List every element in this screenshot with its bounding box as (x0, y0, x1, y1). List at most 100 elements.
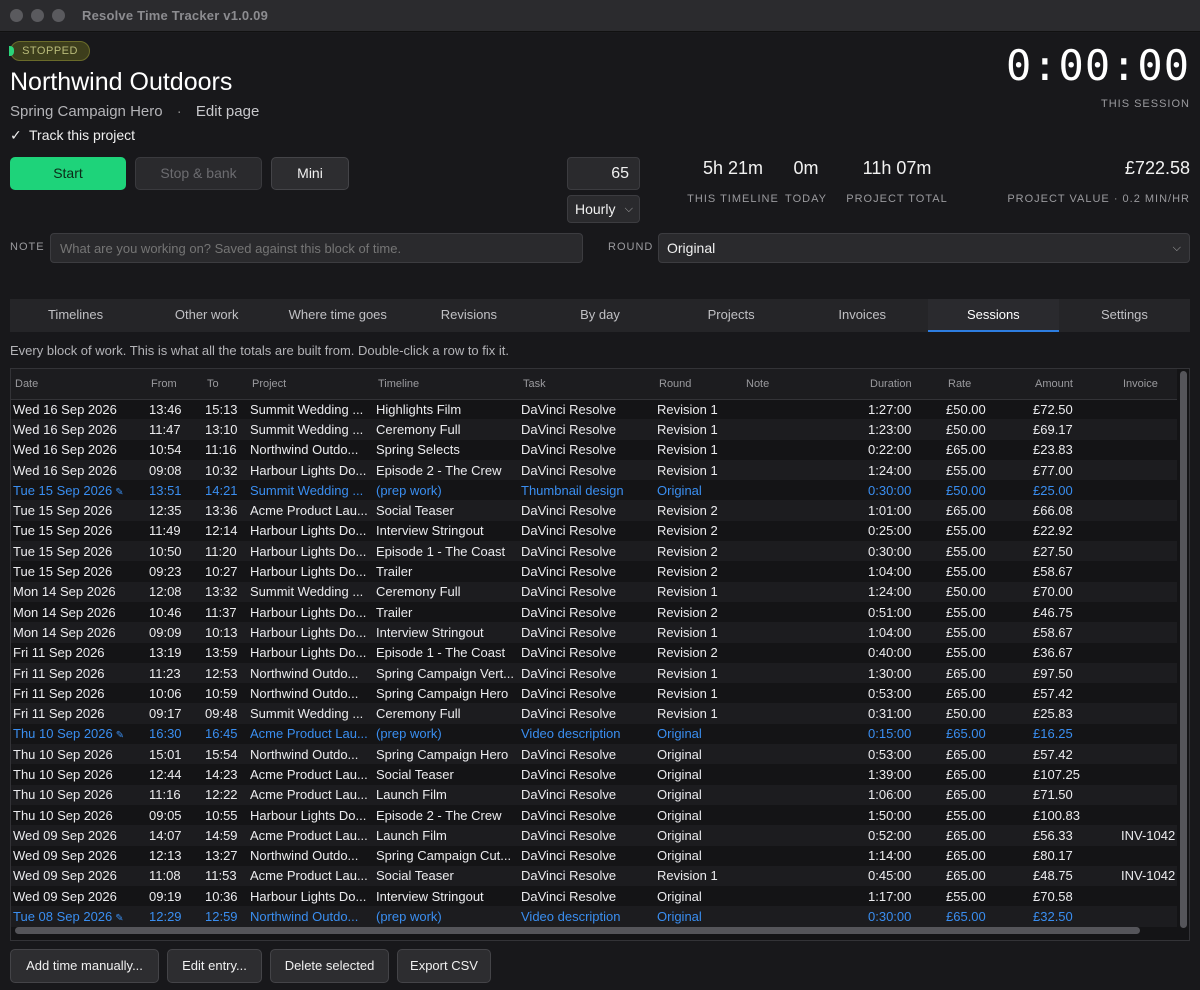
column-header-to[interactable]: To (203, 369, 248, 400)
cell-rate: £50.00 (944, 419, 1031, 440)
cell-from-text: 10:06 (149, 685, 182, 701)
tab-by-day[interactable]: By day (534, 299, 665, 332)
column-header-rate[interactable]: Rate (944, 369, 1031, 400)
table-row[interactable]: Wed 09 Sep 2026 14:07 14:59 Acme Product La… (11, 825, 1177, 846)
column-header-round[interactable]: Round (655, 369, 742, 400)
cell-rate: £65.00 (944, 906, 1031, 927)
tab-projects[interactable]: Projects (666, 299, 797, 332)
tab-invoices[interactable]: Invoices (797, 299, 928, 332)
rate-input[interactable]: 65 (567, 157, 640, 190)
table-row[interactable]: Wed 09 Sep 2026 11:08 11:53 Acme Product La… (11, 865, 1177, 887)
cell-rate: £65.00 (944, 865, 1031, 887)
cell-rate: £65.00 (944, 683, 1031, 703)
cell-amount: £25.83 (1031, 703, 1119, 724)
table-row[interactable]: Wed 16 Sep 2026 11:47 13:10 Summit Wedding … (11, 419, 1177, 440)
table-row[interactable]: Tue 15 Sep 2026 10:50 11:20 Harbour Lights … (11, 541, 1177, 562)
table-row[interactable]: Thu 10 Sep 2026 15:01 15:54 Northwind Outdo… (11, 744, 1177, 765)
tab-sessions[interactable]: Sessions (927, 299, 1059, 332)
column-header-duration[interactable]: Duration (866, 369, 944, 400)
table-row[interactable]: Fri 11 Sep 2026 13:19 13:59 Harbour Lights … (11, 643, 1177, 663)
cell-rate-text: £50.00 (946, 706, 986, 722)
cell-duration-text: 0:30:00 (868, 543, 912, 559)
cell-timeline: Launch Film (374, 784, 519, 805)
column-header-project[interactable]: Project (248, 369, 374, 400)
table-row[interactable]: Tue 15 Sep 2026 11:49 12:14 Harbour Lights … (11, 521, 1177, 541)
start-button[interactable]: Start (10, 157, 126, 190)
cell-round: Revision 1 (655, 440, 742, 460)
column-header-invoice[interactable]: Invoice (1119, 369, 1177, 400)
table-row[interactable]: Fri 11 Sep 2026 11:23 12:53 Northwind Outdo… (11, 662, 1177, 684)
cell-timeline: Interview Stringout (374, 886, 519, 906)
column-header-date[interactable]: Date (11, 369, 147, 400)
tab-settings[interactable]: Settings (1059, 299, 1190, 332)
cell-rate: £65.00 (944, 744, 1031, 765)
cell-round-text: Revision 2 (657, 645, 718, 661)
status-badge: STOPPED (9, 41, 90, 61)
table-row[interactable]: Thu 10 Sep 2026 ✎ 16:30 16:45 Acme Product L… (11, 724, 1177, 744)
round-select[interactable]: Original ⌵ (658, 233, 1190, 263)
cell-date: Mon 14 Sep 2026 (11, 602, 147, 622)
cell-date: Wed 09 Sep 2026 (11, 865, 147, 887)
table-row[interactable]: Wed 09 Sep 2026 12:13 13:27 Northwind Outdo… (11, 846, 1177, 866)
cell-task-text: DaVinci Resolve (521, 827, 617, 843)
note-input[interactable] (50, 233, 583, 263)
add-time-manually-button[interactable]: Add time manually... (10, 949, 159, 983)
table-row[interactable]: Mon 14 Sep 2026 10:46 11:37 Harbour Lights … (11, 602, 1177, 622)
edit-entry-button[interactable]: Edit entry... (167, 949, 262, 983)
table-row[interactable]: Tue 15 Sep 2026 09:23 10:27 Harbour Lights … (11, 561, 1177, 581)
mini-button[interactable]: Mini (271, 157, 349, 190)
stat-today-label: TODAY (785, 193, 827, 205)
rate-type-select[interactable]: Hourly ⌵ (567, 195, 640, 223)
column-header-amount[interactable]: Amount (1031, 369, 1119, 400)
table-row[interactable]: Fri 11 Sep 2026 09:17 09:48 Summit Wedding … (11, 703, 1177, 724)
cell-task-text: DaVinci Resolve (521, 421, 617, 437)
cell-date: Tue 15 Sep 2026 (11, 541, 147, 562)
table-row[interactable]: Thu 10 Sep 2026 12:44 14:23 Acme Product La… (11, 764, 1177, 784)
table-row[interactable]: Thu 10 Sep 2026 11:16 12:22 Acme Product La… (11, 784, 1177, 805)
zoom-window-button[interactable] (52, 9, 65, 22)
table-row[interactable]: Wed 09 Sep 2026 09:19 10:36 Harbour Lights … (11, 886, 1177, 906)
column-header-timeline[interactable]: Timeline (374, 369, 519, 400)
cell-round-text: Original (657, 909, 702, 925)
table-row[interactable]: Wed 16 Sep 2026 13:46 15:13 Summit Wedding … (11, 399, 1177, 419)
column-header-task[interactable]: Task (519, 369, 655, 400)
minimize-window-button[interactable] (31, 9, 44, 22)
cell-task-text: DaVinci Resolve (521, 807, 617, 823)
export-csv-button[interactable]: Export CSV (397, 949, 491, 983)
cell-from: 11:16 (147, 784, 203, 805)
cell-from: 09:17 (147, 703, 203, 724)
table-row[interactable]: Fri 11 Sep 2026 10:06 10:59 Northwind Outdo… (11, 683, 1177, 703)
cell-invoice (1119, 805, 1177, 825)
cell-from: 11:49 (147, 521, 203, 541)
table-row[interactable]: Tue 15 Sep 2026 ✎ 13:51 14:21 Summit Wedding… (11, 480, 1177, 500)
cell-to: 13:36 (203, 500, 248, 521)
tab-where-time-goes[interactable]: Where time goes (272, 299, 403, 332)
tab-timelines[interactable]: Timelines (10, 299, 141, 332)
cell-invoice (1119, 886, 1177, 906)
cell-rate: £65.00 (944, 662, 1031, 684)
table-row[interactable]: Thu 10 Sep 2026 09:05 10:55 Harbour Lights … (11, 805, 1177, 825)
tab-other-work[interactable]: Other work (141, 299, 272, 332)
table-row[interactable]: Tue 08 Sep 2026 ✎ 12:29 12:59 Northwind Outd… (11, 906, 1177, 927)
table-row[interactable]: Wed 16 Sep 2026 10:54 11:16 Northwind Outdo… (11, 440, 1177, 460)
cell-task-text: DaVinci Resolve (521, 624, 617, 640)
horizontal-scrollbar[interactable] (15, 927, 1140, 934)
cell-timeline-text: (prep work) (376, 909, 442, 925)
cell-invoice: INV-1042 (1119, 825, 1177, 846)
cell-amount-text: £56.33 (1033, 827, 1073, 843)
cell-invoice (1119, 399, 1177, 419)
table-row[interactable]: Mon 14 Sep 2026 12:08 13:32 Summit Wedding … (11, 581, 1177, 602)
stop-and-bank-button[interactable]: Stop & bank (135, 157, 262, 190)
track-project-checkbox[interactable]: ✓ Track this project (10, 127, 135, 144)
column-header-note[interactable]: Note (742, 369, 866, 400)
column-header-from[interactable]: From (147, 369, 203, 400)
table-row[interactable]: Tue 15 Sep 2026 12:35 13:36 Acme Product La… (11, 500, 1177, 521)
cell-project: Harbour Lights Do... (248, 805, 374, 825)
cell-amount: £72.50 (1031, 399, 1119, 419)
table-row[interactable]: Mon 14 Sep 2026 09:09 10:13 Harbour Lights … (11, 622, 1177, 643)
close-window-button[interactable] (10, 9, 23, 22)
delete-selected-button[interactable]: Delete selected (270, 949, 389, 983)
tab-revisions[interactable]: Revisions (403, 299, 534, 332)
vertical-scrollbar[interactable] (1180, 371, 1187, 928)
table-row[interactable]: Wed 16 Sep 2026 09:08 10:32 Harbour Lights … (11, 459, 1177, 481)
